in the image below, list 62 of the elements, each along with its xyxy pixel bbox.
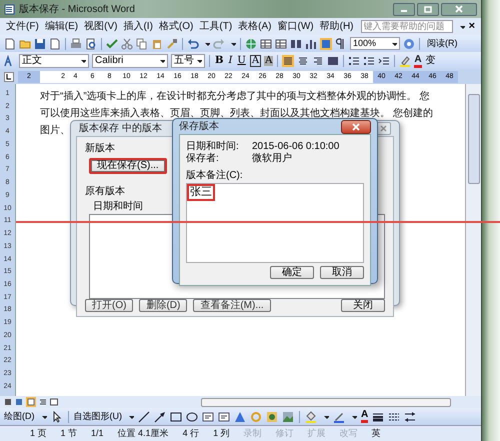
dialog-button[interactable]: 删除(D) — [139, 299, 188, 312]
save-now-button[interactable]: 现在保存(S)... — [89, 158, 167, 174]
phonetic-guide-button[interactable]: 变 — [424, 56, 437, 66]
menu-item[interactable]: 窗口(W) — [278, 19, 314, 34]
status-item: 1 列 — [213, 429, 230, 438]
status-item: 录制 — [244, 429, 262, 438]
menu-item[interactable]: 编辑(E) — [44, 19, 78, 34]
menu-item[interactable]: 格式(O) — [158, 19, 194, 34]
dialog-title: 保存版本 — [179, 120, 219, 134]
status-item: 英 — [372, 429, 381, 438]
section-label: 新版本 — [85, 142, 115, 156]
field-value: 2015-06-06 0:10:00 — [252, 141, 340, 152]
menu-item[interactable]: 帮助(H) — [320, 19, 354, 34]
dialog-button[interactable]: 打开(O) — [85, 299, 134, 312]
italic-button[interactable]: I — [227, 56, 234, 66]
font-field[interactable]: Calibri — [92, 54, 168, 68]
zoom-field[interactable]: 100% — [350, 37, 400, 50]
status-item: 1 节 — [60, 429, 78, 438]
dialog-button[interactable]: 确定 — [270, 266, 314, 279]
status-item: 4 行 — [182, 429, 200, 438]
status-item: 改写 — [340, 429, 358, 438]
note-field[interactable]: 张三 — [186, 183, 364, 263]
field-value: 微软用户 — [252, 153, 292, 165]
note-text: 张三 — [189, 186, 213, 199]
zoom-value: 100% — [353, 36, 376, 50]
paragraph-line: 图片、 — [40, 124, 70, 137]
menu-item[interactable]: 文件(F) — [6, 19, 39, 34]
close-document-button[interactable]: × — [468, 21, 475, 32]
autoshapes-menu-button[interactable]: 自选图形(U) — [74, 412, 122, 421]
status-item: 1 页 — [30, 429, 47, 438]
status-item: 位置 4.1厘米 — [118, 429, 169, 438]
close-dialog-button[interactable]: 关闭 — [341, 299, 385, 312]
paragraph-line: 对于“插入”选项卡上的库，在设计时都充分考虑了其中的项与文档整体外观的协调性。 您 — [40, 90, 430, 103]
field-label: 日期和时间: — [186, 141, 240, 152]
character-border-button[interactable]: A — [250, 55, 262, 67]
dialog-button[interactable]: 查看备注(M)... — [193, 299, 271, 312]
style-field[interactable]: 正文 — [19, 54, 89, 68]
paragraph-line: 可以使用这些库来插入表格、页眉、页脚、列表、封面以及其他文档构建基块。 您创建的 — [40, 107, 433, 120]
underline-button[interactable]: U — [236, 56, 247, 66]
draw-menu-button[interactable]: 绘图(D) — [4, 412, 34, 421]
status-item: 扩展 — [308, 429, 326, 438]
window-title: 版本保存 - Microsoft Word — [19, 2, 135, 16]
menu-item[interactable]: 表格(A) — [238, 19, 272, 34]
character-shading-button[interactable]: A — [264, 56, 274, 66]
status-item: 修订 — [276, 429, 294, 438]
menu-item[interactable]: 视图(V) — [84, 19, 118, 34]
read-button[interactable]: 阅读(R) — [424, 37, 460, 50]
menu-item[interactable]: 插入(I) — [123, 19, 153, 34]
menu-item[interactable]: 工具(T) — [199, 19, 232, 34]
field-label: 版本备注(C): — [186, 168, 243, 183]
combo-value: 五号 — [174, 56, 194, 66]
column-header[interactable]: 日期和时间 — [93, 199, 143, 214]
dialog-button[interactable]: 取消 — [320, 266, 364, 279]
combo-value: Calibri — [95, 56, 124, 66]
status-item: 1/1 — [91, 429, 104, 438]
bold-button[interactable]: B — [214, 56, 224, 66]
font-size-field[interactable]: 五号 — [171, 54, 205, 68]
section-label: 原有版本 — [85, 184, 125, 199]
combo-value: 正文 — [22, 56, 42, 66]
field-label: 保存者: — [186, 153, 220, 165]
help-search-field[interactable]: 键入需要帮助的问题 — [360, 20, 453, 33]
dialog-title: 版本保存 中的版本 — [79, 122, 162, 136]
